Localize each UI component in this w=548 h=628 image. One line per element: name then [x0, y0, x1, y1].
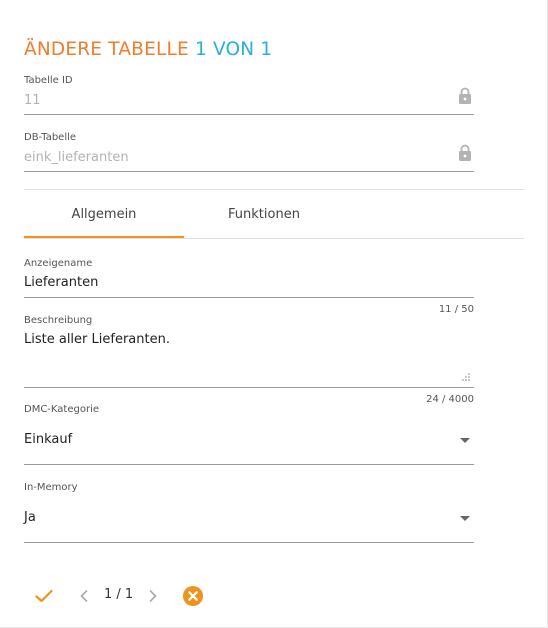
next-page-button[interactable]	[145, 584, 161, 608]
resize-grip-icon[interactable]	[462, 373, 470, 381]
tabelle-id-underline	[24, 114, 474, 115]
in-memory-field[interactable]: In-Memory Ja	[24, 482, 474, 543]
in-memory-label: In-Memory	[24, 482, 78, 493]
dialog-title-main: ÄNDERE TABELLE	[24, 39, 189, 60]
checkmark-icon	[35, 589, 53, 603]
dmc-kategorie-field[interactable]: DMC-Kategorie Einkauf	[24, 404, 474, 465]
chevron-right-icon	[149, 590, 157, 602]
beschreibung-field[interactable]: Beschreibung Liste aller Lieferanten.	[24, 315, 474, 388]
dmc-kategorie-underline	[24, 464, 474, 465]
beschreibung-underline	[24, 387, 474, 388]
in-memory-select[interactable]: Ja	[24, 510, 474, 525]
anzeigename-label: Anzeigename	[24, 258, 93, 269]
dropdown-arrow-icon[interactable]	[460, 516, 470, 521]
cancel-button[interactable]	[182, 584, 204, 608]
dmc-kategorie-label: DMC-Kategorie	[24, 404, 100, 415]
tabelle-id-field: Tabelle ID 11	[24, 75, 474, 115]
dropdown-arrow-icon[interactable]	[460, 438, 470, 443]
section-divider	[24, 189, 524, 190]
tab-bar: Allgemein Funktionen	[24, 196, 524, 239]
db-tabelle-value: eink_lieferanten	[24, 150, 129, 165]
lock-icon	[459, 87, 471, 104]
dmc-kategorie-select[interactable]: Einkauf	[24, 432, 474, 447]
anzeigename-underline	[24, 297, 474, 298]
tab-bar-underline	[24, 238, 524, 239]
dialog-title-count: 1 VON 1	[194, 39, 273, 60]
previous-page-button[interactable]	[76, 584, 92, 608]
beschreibung-textarea[interactable]: Liste aller Lieferanten.	[24, 332, 474, 347]
anzeigename-input[interactable]: Lieferanten	[24, 275, 474, 290]
db-tabelle-label: DB-Tabelle	[24, 132, 77, 143]
tabelle-id-value: 11	[24, 93, 41, 108]
lock-icon	[459, 144, 471, 161]
tab-allgemein[interactable]: Allgemein	[24, 196, 184, 238]
db-tabelle-underline	[24, 171, 474, 172]
pager-label: 1 / 1	[104, 587, 134, 602]
confirm-button[interactable]	[32, 584, 56, 608]
dialog-title: ÄNDERE TABELLE 1 VON 1	[24, 39, 272, 60]
beschreibung-label: Beschreibung	[24, 315, 93, 326]
tabelle-id-label: Tabelle ID	[24, 75, 73, 86]
anzeigename-field[interactable]: Anzeigename Lieferanten	[24, 258, 474, 298]
chevron-left-icon	[80, 590, 88, 602]
in-memory-underline	[24, 542, 474, 543]
tab-funktionen[interactable]: Funktionen	[184, 196, 344, 237]
anzeigename-char-counter: 11 / 50	[438, 304, 474, 315]
edit-table-dialog: ÄNDERE TABELLE 1 VON 1 Tabelle ID 11 DB-…	[0, 0, 548, 628]
dialog-footer: 1 / 1	[24, 584, 324, 608]
db-tabelle-field: DB-Tabelle eink_lieferanten	[24, 132, 474, 172]
close-circle-icon	[183, 586, 203, 606]
